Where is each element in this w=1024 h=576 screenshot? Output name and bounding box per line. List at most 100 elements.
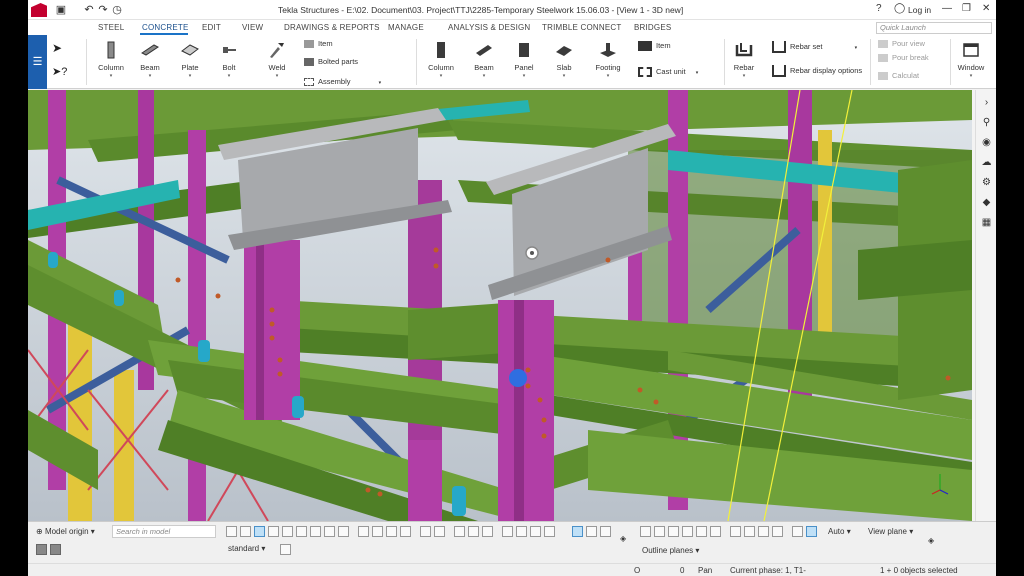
model-origin-dropdown[interactable]: ⊕ Model origin ▾ (36, 527, 95, 536)
calculate-button[interactable]: Calculat (878, 71, 919, 81)
pointer-select-icon[interactable] (226, 526, 237, 537)
snap-nearest-icon[interactable] (710, 526, 721, 537)
select-arrow-icon[interactable]: ➤ (52, 41, 62, 55)
cloud-icon[interactable]: ☁ (980, 156, 993, 169)
rebar-display-options-button[interactable]: Rebar display options (772, 65, 862, 77)
snap-line-icon[interactable] (730, 526, 741, 537)
snap-icon[interactable] (50, 544, 61, 555)
select-filter-3-icon[interactable] (482, 526, 493, 537)
tab-bridges[interactable]: BRIDGES (634, 23, 671, 32)
select-plane-icon[interactable] (434, 526, 445, 537)
steel-bolt-button[interactable]: Bolt ▾ (216, 35, 242, 79)
concrete-panel-button[interactable]: Panel ▾ (510, 35, 538, 79)
select-help-icon[interactable]: ➤? (52, 65, 67, 78)
side-menu-button[interactable]: ☰ (28, 35, 47, 89)
steel-structure-3d-model[interactable] (28, 90, 972, 521)
snap-mid-icon[interactable] (668, 526, 679, 537)
filter-settings-icon[interactable] (280, 544, 291, 555)
tab-manage[interactable]: MANAGE (388, 23, 424, 32)
minimize-icon[interactable]: — (942, 3, 952, 14)
tab-view[interactable]: VIEW (242, 23, 263, 32)
tab-trimble-connect[interactable]: TRIMBLE CONNECT (542, 23, 621, 32)
select-filter-1-icon[interactable] (454, 526, 465, 537)
pour-break-button[interactable]: Pour break (878, 53, 929, 63)
user-icon[interactable]: ◯ (894, 3, 905, 14)
select-filter-6-icon[interactable] (530, 526, 541, 537)
bolted-parts-button[interactable]: Bolted parts (304, 57, 358, 67)
concrete-slab-button[interactable]: Slab ▾ (550, 35, 578, 79)
select-filter-9-icon[interactable] (586, 526, 597, 537)
history-icon[interactable]: ◷ (110, 3, 124, 17)
assembly-button[interactable]: Assembly ▾ (304, 77, 381, 87)
steel-plate-button[interactable]: Plate ▾ (176, 35, 204, 79)
select-surfaces-icon[interactable] (268, 526, 279, 537)
pour-view-button[interactable]: Pour view (878, 39, 925, 49)
rebar-set-button[interactable]: Rebar set ▾ (772, 41, 857, 53)
steel-weld-button[interactable]: Weld ▾ (260, 35, 294, 79)
select-filter-10-icon[interactable] (600, 526, 611, 537)
selection-handle[interactable] (509, 369, 527, 387)
settings-icon[interactable]: ⚙ (980, 176, 993, 189)
select-filter-8-icon[interactable] (572, 526, 583, 537)
lock-icon[interactable] (36, 544, 47, 555)
quick-launch-input[interactable]: Quick Launch (876, 22, 992, 34)
properties-icon[interactable]: ⚲ (980, 116, 993, 129)
help-icon[interactable]: ? (876, 3, 882, 14)
tab-drawings-reports[interactable]: DRAWINGS & REPORTS (284, 23, 380, 32)
restore-icon[interactable]: ❐ (962, 3, 971, 14)
search-model-input[interactable]: Search in model (112, 525, 216, 538)
select-cuts-icon[interactable] (310, 526, 321, 537)
tab-analysis-design[interactable]: ANALYSIS & DESIGN (448, 23, 530, 32)
expand-toolbar-icon[interactable]: ◈ (620, 534, 626, 543)
select-filter-4-icon[interactable] (502, 526, 513, 537)
window-button[interactable]: Window ▾ (954, 35, 988, 79)
snap-grid-icon[interactable] (758, 526, 769, 537)
select-filter-2-icon[interactable] (468, 526, 479, 537)
undo-icon[interactable]: ↶ (82, 3, 96, 17)
login-link[interactable]: Log in (908, 5, 931, 15)
cast-unit-button[interactable]: Cast unit ▾ (638, 67, 698, 78)
grid-icon[interactable]: ▦ (980, 216, 993, 229)
outline-planes-dropdown[interactable]: Outline planes ▾ (642, 546, 699, 555)
concrete-beam-button[interactable]: Beam ▾ (470, 35, 498, 79)
concrete-column-button[interactable]: Column ▾ (426, 35, 456, 79)
select-assembly-icon[interactable] (386, 526, 397, 537)
tab-concrete[interactable]: CONCRETE (142, 23, 189, 32)
expand-right-icon[interactable]: ◈ (928, 536, 934, 545)
select-all-icon[interactable] (240, 526, 251, 537)
steel-beam-button[interactable]: Beam ▾ (136, 35, 164, 79)
snap-end-icon[interactable] (640, 526, 651, 537)
snap-perpendicular-icon[interactable] (696, 526, 707, 537)
concrete-footing-button[interactable]: Footing ▾ (592, 35, 624, 79)
save-icon[interactable]: ▣ (54, 3, 68, 17)
tab-edit[interactable]: EDIT (202, 23, 221, 32)
select-welds-icon[interactable] (296, 526, 307, 537)
snap-intersection-icon[interactable] (682, 526, 693, 537)
select-filter-7-icon[interactable] (544, 526, 555, 537)
select-connections-icon[interactable] (358, 526, 369, 537)
select-reference-icon[interactable] (420, 526, 431, 537)
close-icon[interactable]: ✕ (982, 3, 990, 14)
select-views-icon[interactable] (324, 526, 335, 537)
snap-extension-icon[interactable] (744, 526, 755, 537)
cube-icon[interactable]: ◆ (980, 196, 993, 209)
model-3d-viewport[interactable] (28, 90, 972, 521)
select-filter-5-icon[interactable] (516, 526, 527, 537)
select-parts-icon[interactable] (254, 526, 265, 537)
globe-icon[interactable]: ◉ (980, 136, 993, 149)
snap-center-icon[interactable] (654, 526, 665, 537)
snap-ref-1-icon[interactable] (792, 526, 803, 537)
select-rebar-icon[interactable] (400, 526, 411, 537)
auto-dropdown[interactable]: Auto ▾ (828, 527, 851, 536)
select-grid-icon[interactable] (372, 526, 383, 537)
view-plane-dropdown[interactable]: View plane ▾ (868, 527, 913, 536)
tab-steel[interactable]: STEEL (98, 23, 124, 32)
steel-column-button[interactable]: Column ▾ (96, 35, 126, 79)
select-points-icon[interactable] (282, 526, 293, 537)
snap-ref-2-icon[interactable] (806, 526, 817, 537)
redo-icon[interactable]: ↷ (96, 3, 110, 17)
snap-any-icon[interactable] (772, 526, 783, 537)
expand-panel-icon[interactable]: › (980, 96, 993, 109)
standard-filter-dropdown[interactable]: standard ▾ (228, 544, 265, 553)
select-bolts-icon[interactable] (338, 526, 349, 537)
